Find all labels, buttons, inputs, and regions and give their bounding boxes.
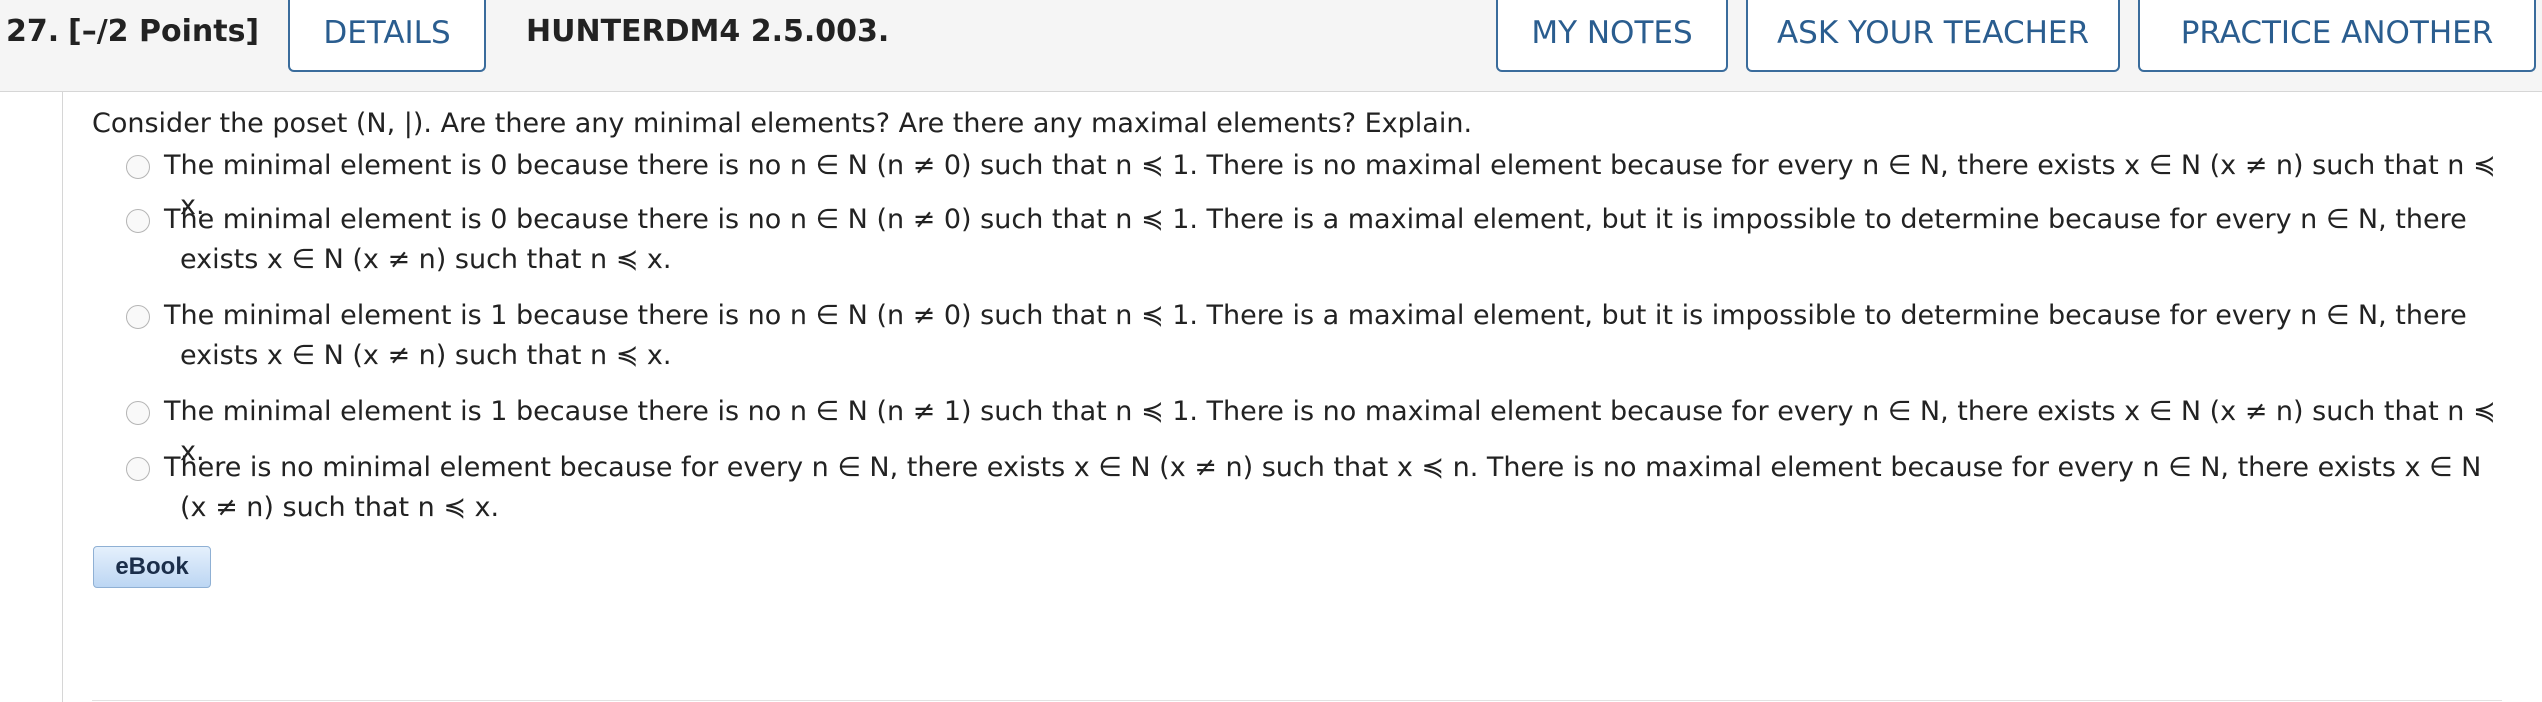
question-prompt: Consider the poset (N, |). Are there any… bbox=[92, 108, 1473, 139]
answer-choice-text: The minimal element is 0 because there i… bbox=[164, 204, 2467, 275]
question-points: [–/2 Points] bbox=[68, 14, 260, 49]
radio-button[interactable] bbox=[126, 305, 150, 329]
answer-choice-text: There is no minimal element because for … bbox=[164, 452, 2482, 523]
question-header: 27. [–/2 Points] DETAILS HUNTERDM4 2.5.0… bbox=[0, 0, 2542, 92]
radio-button[interactable] bbox=[126, 155, 150, 179]
radio-button[interactable] bbox=[126, 457, 150, 481]
radio-button[interactable] bbox=[126, 401, 150, 425]
practice-another-button[interactable]: PRACTICE ANOTHER bbox=[2138, 0, 2536, 72]
ebook-button[interactable]: eBook bbox=[93, 546, 211, 588]
question-reference: HUNTERDM4 2.5.003. bbox=[526, 14, 890, 49]
bottom-divider bbox=[92, 700, 2502, 701]
details-button[interactable]: DETAILS bbox=[288, 0, 486, 72]
radio-button[interactable] bbox=[126, 209, 150, 233]
my-notes-button[interactable]: MY NOTES bbox=[1496, 0, 1728, 72]
ask-your-teacher-button[interactable]: ASK YOUR TEACHER bbox=[1746, 0, 2120, 72]
question-number: 27. bbox=[6, 14, 60, 49]
answer-choice-text: The minimal element is 1 because there i… bbox=[164, 300, 2467, 371]
